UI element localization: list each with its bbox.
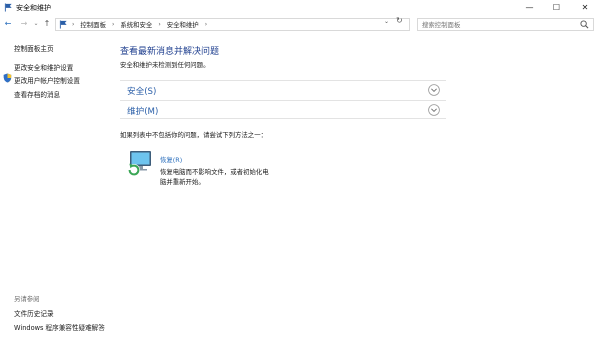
chevron-down-icon[interactable] — [428, 104, 440, 116]
navigation-bar: ← → ⌄ ↑ › 控制面板 › 系统和安全 › 安全和维护 › ⌄ ↻ — [0, 16, 600, 32]
maintenance-section-header[interactable]: 维护(M) — [120, 100, 446, 119]
sidebar-item-control-panel-home[interactable]: 控制面板主页 — [14, 43, 54, 53]
forward-arrow-icon: → — [20, 19, 28, 28]
back-button[interactable]: ← — [3, 18, 13, 30]
maximize-button[interactable]: ☐ — [543, 0, 570, 15]
recovery-description: 恢复电脑而不影响文件，或者初始化电脑并重新开始。 — [160, 168, 269, 186]
minimize-button[interactable]: — — [516, 0, 543, 15]
app-flag-icon — [4, 3, 12, 12]
recovery-icon[interactable] — [127, 150, 153, 178]
breadcrumb-security-maintenance[interactable]: 安全和维护 — [167, 20, 199, 29]
maximize-icon: ☐ — [552, 3, 561, 12]
up-button[interactable]: ↑ — [42, 18, 52, 30]
see-also-compatibility-troubleshooter[interactable]: Windows 程序兼容性疑难解答 — [14, 322, 105, 332]
security-section-label[interactable]: 安全(S) — [127, 85, 156, 97]
security-section-header[interactable]: 安全(S) — [120, 80, 446, 99]
search-box[interactable] — [417, 18, 594, 31]
up-arrow-icon: ↑ — [43, 19, 51, 28]
breadcrumb-separator: › — [72, 21, 75, 28]
page-title: 查看最新消息并解决问题 — [120, 47, 220, 57]
see-also-heading: 另请参阅 — [14, 295, 40, 303]
breadcrumb-system-security[interactable]: 系统和安全 — [120, 20, 152, 29]
main-content: 查看最新消息并解决问题 安全和维护未检测到任何问题。 安全(S) 维护(M) 如… — [120, 32, 600, 338]
address-dropdown-icon[interactable]: ⌄ — [384, 18, 389, 25]
title-bar: 安全和维护 — ☐ ✕ — [0, 0, 600, 15]
uac-shield-icon — [3, 73, 12, 83]
forward-button[interactable]: → — [19, 18, 29, 30]
maintenance-section-label[interactable]: 维护(M) — [127, 105, 158, 117]
chevron-down-icon[interactable] — [428, 84, 440, 96]
sidebar-item-change-security-settings[interactable]: 更改安全和维护设置 — [14, 62, 73, 72]
breadcrumb-separator[interactable]: › — [158, 21, 160, 28]
breadcrumb-separator[interactable]: › — [112, 21, 114, 28]
refresh-icon[interactable]: ↻ — [396, 16, 403, 25]
close-button[interactable]: ✕ — [570, 0, 600, 15]
recent-locations-button[interactable]: ⌄ — [31, 18, 41, 30]
status-text: 安全和维护未检测到任何问题。 — [120, 61, 210, 69]
minimize-icon: — — [525, 3, 534, 12]
troubleshoot-hint: 如果列表中不包括你的问题，请尝试下列方法之一： — [120, 131, 267, 139]
recovery-link[interactable]: 恢复(R) — [160, 155, 182, 164]
search-input[interactable] — [422, 20, 577, 29]
address-bar[interactable]: › 控制面板 › 系统和安全 › 安全和维护 › — [55, 18, 410, 31]
left-pane: 控制面板主页 更改安全和维护设置 更改用户帐户控制设置 查看存档的消息 另请参阅… — [0, 32, 112, 338]
history-dropdown-icon: ⌄ — [33, 20, 39, 27]
window-title: 安全和维护 — [16, 4, 51, 12]
see-also-file-history[interactable]: 文件历史记录 — [14, 308, 54, 318]
flag-icon — [59, 20, 67, 29]
breadcrumb-control-panel[interactable]: 控制面板 — [80, 20, 106, 29]
back-arrow-icon: ← — [4, 19, 12, 28]
sidebar-item-change-uac-settings[interactable]: 更改用户帐户控制设置 — [14, 75, 80, 85]
breadcrumb-separator[interactable]: › — [205, 21, 207, 28]
close-icon: ✕ — [581, 3, 589, 12]
sidebar-item-view-archived-messages[interactable]: 查看存档的消息 — [14, 89, 60, 99]
search-icon[interactable] — [580, 20, 589, 29]
